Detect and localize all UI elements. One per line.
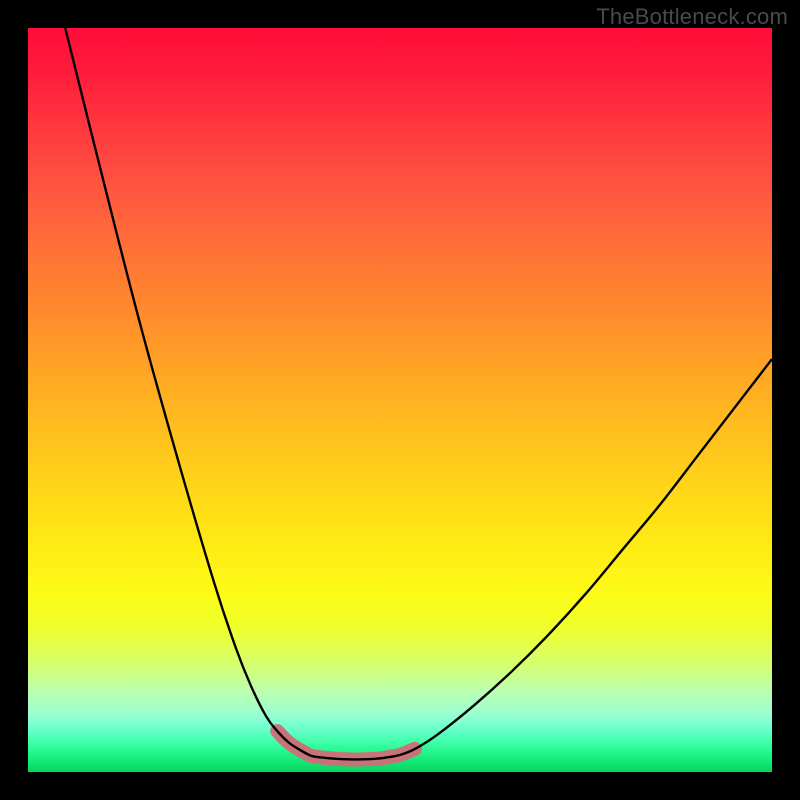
plot-area bbox=[28, 28, 772, 772]
chart-frame: TheBottleneck.com bbox=[0, 0, 800, 800]
left-branch-curve bbox=[65, 28, 318, 757]
right-branch-curve bbox=[389, 359, 772, 757]
watermark-text: TheBottleneck.com bbox=[596, 4, 788, 30]
curve-layer bbox=[28, 28, 772, 772]
